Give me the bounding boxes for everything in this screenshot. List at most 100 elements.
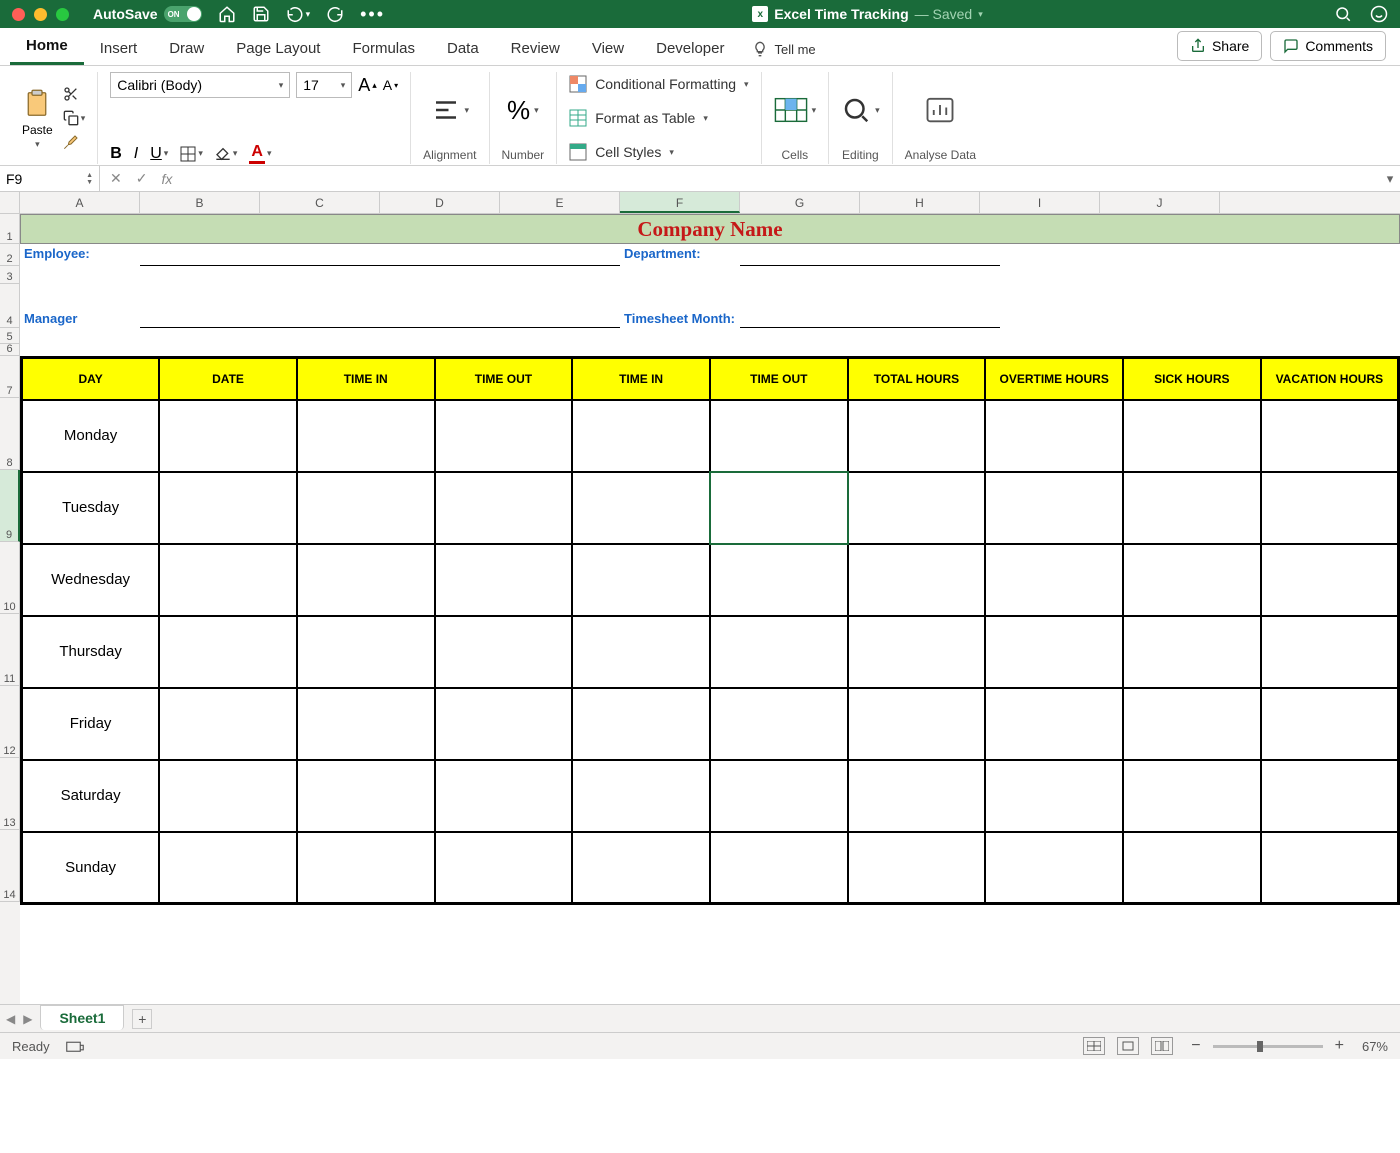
ts-cell[interactable]: [159, 472, 297, 544]
number-format-button[interactable]: %▾: [507, 95, 539, 126]
row-header-13[interactable]: 13: [0, 758, 20, 830]
ts-header-9[interactable]: VACATION HOURS: [1261, 358, 1399, 400]
ts-header-1[interactable]: DATE: [159, 358, 297, 400]
ts-cell[interactable]: [159, 832, 297, 904]
row-header-3[interactable]: 3: [0, 266, 20, 284]
department-label[interactable]: Department:: [620, 244, 740, 266]
ts-cell[interactable]: [1261, 472, 1399, 544]
ts-cell[interactable]: [297, 400, 435, 472]
confirm-formula-button[interactable]: ✓: [136, 170, 148, 187]
ts-cell[interactable]: [1261, 760, 1399, 832]
tab-view[interactable]: View: [576, 32, 640, 65]
col-header-I[interactable]: I: [980, 192, 1100, 213]
employee-input-area[interactable]: [140, 244, 620, 266]
company-banner[interactable]: Company Name: [20, 214, 1400, 244]
search-icon[interactable]: [1334, 5, 1352, 23]
ts-cell[interactable]: [985, 832, 1123, 904]
increase-font-button[interactable]: A▴: [358, 75, 377, 96]
ts-cell[interactable]: [985, 472, 1123, 544]
ts-header-3[interactable]: TIME OUT: [435, 358, 573, 400]
row-header-9[interactable]: 9: [0, 470, 20, 542]
ts-cell[interactable]: [435, 832, 573, 904]
ts-cell[interactable]: [1123, 616, 1261, 688]
comments-button[interactable]: Comments: [1270, 31, 1386, 61]
accessibility-icon[interactable]: [66, 1039, 84, 1053]
ts-cell[interactable]: [710, 688, 848, 760]
row-header-12[interactable]: 12: [0, 686, 20, 758]
sheet-nav-next[interactable]: ▶: [23, 1012, 32, 1026]
ts-cell[interactable]: [297, 544, 435, 616]
tell-me-search[interactable]: Tell me: [740, 33, 827, 65]
add-sheet-button[interactable]: +: [132, 1009, 152, 1029]
tab-developer[interactable]: Developer: [640, 32, 740, 65]
more-icon[interactable]: •••: [360, 4, 385, 25]
ts-cell[interactable]: Saturday: [22, 760, 160, 832]
cells-area[interactable]: Company Name Employee: Department: Manag…: [20, 214, 1400, 1004]
employee-label[interactable]: Employee:: [20, 244, 140, 266]
ts-cell[interactable]: Sunday: [22, 832, 160, 904]
autosave-toggle[interactable]: ON: [164, 6, 202, 22]
ts-cell[interactable]: [710, 472, 848, 544]
ts-cell[interactable]: [710, 544, 848, 616]
ts-cell[interactable]: [297, 688, 435, 760]
conditional-formatting-button[interactable]: Conditional Formatting▾: [569, 72, 748, 96]
ts-header-8[interactable]: SICK HOURS: [1123, 358, 1261, 400]
document-title-area[interactable]: x Excel Time Tracking — Saved ▾: [401, 6, 1334, 22]
font-size-combo[interactable]: 17▾: [296, 72, 352, 98]
format-as-table-button[interactable]: Format as Table▾: [569, 106, 708, 130]
smile-icon[interactable]: [1370, 5, 1388, 23]
ts-header-2[interactable]: TIME IN: [297, 358, 435, 400]
ts-cell[interactable]: [985, 400, 1123, 472]
ts-cell[interactable]: [297, 616, 435, 688]
row-header-10[interactable]: 10: [0, 542, 20, 614]
row-header-4[interactable]: 4: [0, 284, 20, 328]
paste-button[interactable]: Paste ▾: [22, 87, 53, 150]
share-button[interactable]: Share: [1177, 31, 1262, 61]
copy-button[interactable]: ▾: [63, 110, 86, 126]
timesheet-table[interactable]: DAYDATETIME INTIME OUTTIME INTIME OUTTOT…: [20, 356, 1400, 905]
ts-cell[interactable]: [159, 544, 297, 616]
maximize-window-button[interactable]: [56, 8, 69, 21]
close-window-button[interactable]: [12, 8, 25, 21]
ts-cell[interactable]: [1261, 400, 1399, 472]
underline-button[interactable]: U▾: [150, 145, 168, 163]
row-header-7[interactable]: 7: [0, 356, 20, 398]
tab-page-layout[interactable]: Page Layout: [220, 32, 336, 65]
cancel-formula-button[interactable]: ✕: [110, 170, 122, 187]
bold-button[interactable]: B: [110, 145, 122, 163]
ts-cell[interactable]: [159, 760, 297, 832]
zoom-in-button[interactable]: +: [1331, 1037, 1348, 1055]
ts-cell[interactable]: [572, 760, 710, 832]
ts-cell[interactable]: [159, 688, 297, 760]
row-header-2[interactable]: 2: [0, 244, 20, 266]
ts-cell[interactable]: [1261, 616, 1399, 688]
redo-icon[interactable]: [326, 5, 344, 23]
ts-cell[interactable]: [572, 832, 710, 904]
ts-cell[interactable]: [985, 760, 1123, 832]
ts-header-6[interactable]: TOTAL HOURS: [848, 358, 986, 400]
ts-header-5[interactable]: TIME OUT: [710, 358, 848, 400]
row-header-5[interactable]: 5: [0, 328, 20, 344]
alignment-button[interactable]: ▾: [431, 95, 470, 125]
ts-cell[interactable]: [985, 616, 1123, 688]
ts-cell[interactable]: [1261, 688, 1399, 760]
col-header-B[interactable]: B: [140, 192, 260, 213]
ts-cell[interactable]: Tuesday: [22, 472, 160, 544]
ts-cell[interactable]: Monday: [22, 400, 160, 472]
col-header-F[interactable]: F: [620, 192, 740, 213]
ts-cell[interactable]: [710, 832, 848, 904]
row-header-8[interactable]: 8: [0, 398, 20, 470]
fill-color-button[interactable]: ▾: [215, 146, 238, 162]
cut-button[interactable]: [63, 86, 86, 102]
tab-home[interactable]: Home: [10, 29, 84, 65]
ts-cell[interactable]: [848, 544, 986, 616]
ts-cell[interactable]: Wednesday: [22, 544, 160, 616]
ts-cell[interactable]: [435, 760, 573, 832]
ts-cell[interactable]: [572, 472, 710, 544]
editing-button[interactable]: ▾: [841, 95, 880, 125]
ts-cell[interactable]: [848, 400, 986, 472]
ts-cell[interactable]: [848, 832, 986, 904]
font-color-button[interactable]: A▾: [249, 143, 271, 164]
timesheet-month-input-area[interactable]: [740, 327, 1000, 328]
ts-cell[interactable]: [572, 400, 710, 472]
